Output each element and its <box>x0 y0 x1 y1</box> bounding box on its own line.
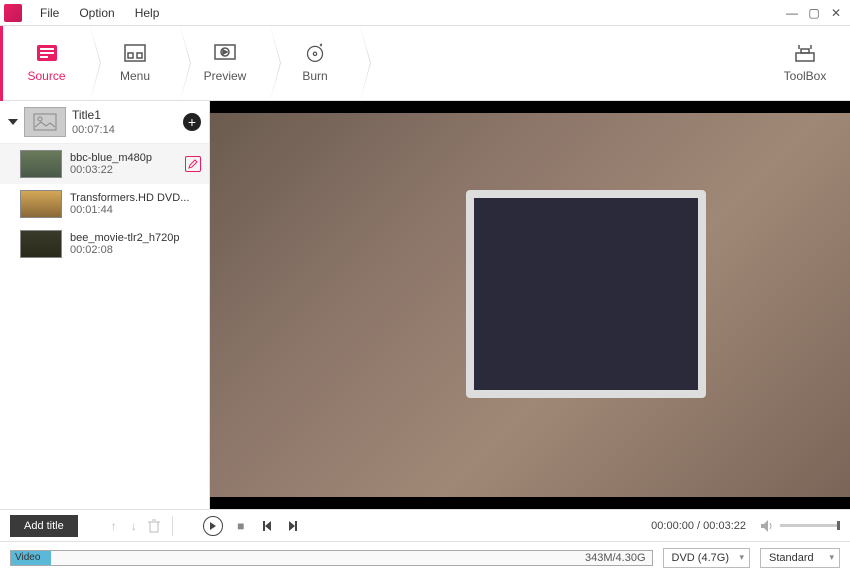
tab-toolbox[interactable]: ToolBox <box>760 26 850 101</box>
clip-info: bbc-blue_m480p 00:03:22 <box>70 152 177 176</box>
tab-preview-label: Preview <box>204 69 247 83</box>
clip-row[interactable]: Transformers.HD DVD... 00:01:44 <box>0 184 209 224</box>
move-up-button[interactable]: ↑ <box>106 518 122 534</box>
time-display: 00:00:00 / 00:03:22 <box>651 520 746 532</box>
next-button[interactable] <box>285 518 301 534</box>
prev-button[interactable] <box>259 518 275 534</box>
tab-source[interactable]: Source <box>0 26 90 101</box>
quality-dropdown[interactable]: Standard <box>760 548 840 568</box>
disc-usage-label: Video <box>11 551 51 565</box>
playback-controls: ■ <box>203 516 301 536</box>
volume-icon[interactable] <box>760 518 776 534</box>
clip-name: Transformers.HD DVD... <box>70 192 201 204</box>
menu-help[interactable]: Help <box>125 2 170 24</box>
tab-source-label: Source <box>27 69 65 83</box>
clip-duration: 00:01:44 <box>70 204 201 216</box>
move-down-button[interactable]: ↓ <box>126 518 142 534</box>
tab-burn-label: Burn <box>302 69 327 83</box>
edit-clip-button[interactable] <box>185 156 201 172</box>
tab-toolbox-label: ToolBox <box>784 69 827 83</box>
tab-burn[interactable]: Burn <box>270 26 360 101</box>
tab-menu-label: Menu <box>120 69 150 83</box>
time-total: 00:03:22 <box>703 520 746 532</box>
caret-down-icon[interactable] <box>8 119 18 125</box>
tabbar: Source Menu Preview Burn ToolBox <box>0 26 850 101</box>
preview-video-frame <box>210 113 850 497</box>
disc-usage-bar: Video 343M/4.30G <box>10 550 653 566</box>
delete-button[interactable] <box>146 518 162 534</box>
bottom-bar: Video 343M/4.30G DVD (4.7G) Standard <box>0 541 850 573</box>
disc-type-dropdown[interactable]: DVD (4.7G) <box>663 548 750 568</box>
clip-thumbnail <box>20 190 62 218</box>
control-bar: Add title ↑ ↓ ■ 00:00:00 / 00:03:22 <box>0 509 850 541</box>
volume-slider[interactable] <box>780 524 840 527</box>
preview-pane[interactable] <box>210 101 850 509</box>
clip-info: Transformers.HD DVD... 00:01:44 <box>70 192 201 216</box>
clip-thumbnail <box>20 150 62 178</box>
clip-name: bbc-blue_m480p <box>70 152 177 164</box>
clip-name: bee_movie-tlr2_h720p <box>70 232 201 244</box>
window-controls: — ▢ ✕ <box>782 4 846 22</box>
source-icon <box>34 43 60 63</box>
maximize-button[interactable]: ▢ <box>804 4 824 22</box>
close-button[interactable]: ✕ <box>826 4 846 22</box>
tab-preview[interactable]: Preview <box>180 26 270 101</box>
clip-thumbnail <box>20 230 62 258</box>
add-clip-button[interactable]: + <box>183 113 201 131</box>
clip-row[interactable]: bee_movie-tlr2_h720p 00:02:08 <box>0 224 209 264</box>
main-area: Title1 00:07:14 + bbc-blue_m480p 00:03:2… <box>0 101 850 509</box>
clip-row[interactable]: bbc-blue_m480p 00:03:22 <box>0 144 209 184</box>
menu-option[interactable]: Option <box>69 2 124 24</box>
play-button[interactable] <box>203 516 223 536</box>
toolbox-icon <box>792 43 818 63</box>
menu-icon <box>122 43 148 63</box>
time-current: 00:00:00 <box>651 520 694 532</box>
title-name: Title1 <box>72 108 177 122</box>
title-info: Title1 00:07:14 <box>72 108 177 136</box>
disc-usage-size: 343M/4.30G <box>585 552 646 564</box>
stop-button[interactable]: ■ <box>233 518 249 534</box>
tab-menu[interactable]: Menu <box>90 26 180 101</box>
preview-icon <box>212 43 238 63</box>
minimize-button[interactable]: — <box>782 4 802 22</box>
app-logo <box>4 4 22 22</box>
title-row[interactable]: Title1 00:07:14 + <box>0 101 209 144</box>
clip-duration: 00:02:08 <box>70 244 201 256</box>
title-thumbnail <box>24 107 66 137</box>
clip-duration: 00:03:22 <box>70 164 177 176</box>
add-title-button[interactable]: Add title <box>10 515 78 537</box>
clip-info: bee_movie-tlr2_h720p 00:02:08 <box>70 232 201 256</box>
burn-icon <box>302 43 328 63</box>
menu-file[interactable]: File <box>30 2 69 24</box>
titlebar: File Option Help — ▢ ✕ <box>0 0 850 26</box>
title-duration: 00:07:14 <box>72 124 177 136</box>
sidebar: Title1 00:07:14 + bbc-blue_m480p 00:03:2… <box>0 101 210 509</box>
